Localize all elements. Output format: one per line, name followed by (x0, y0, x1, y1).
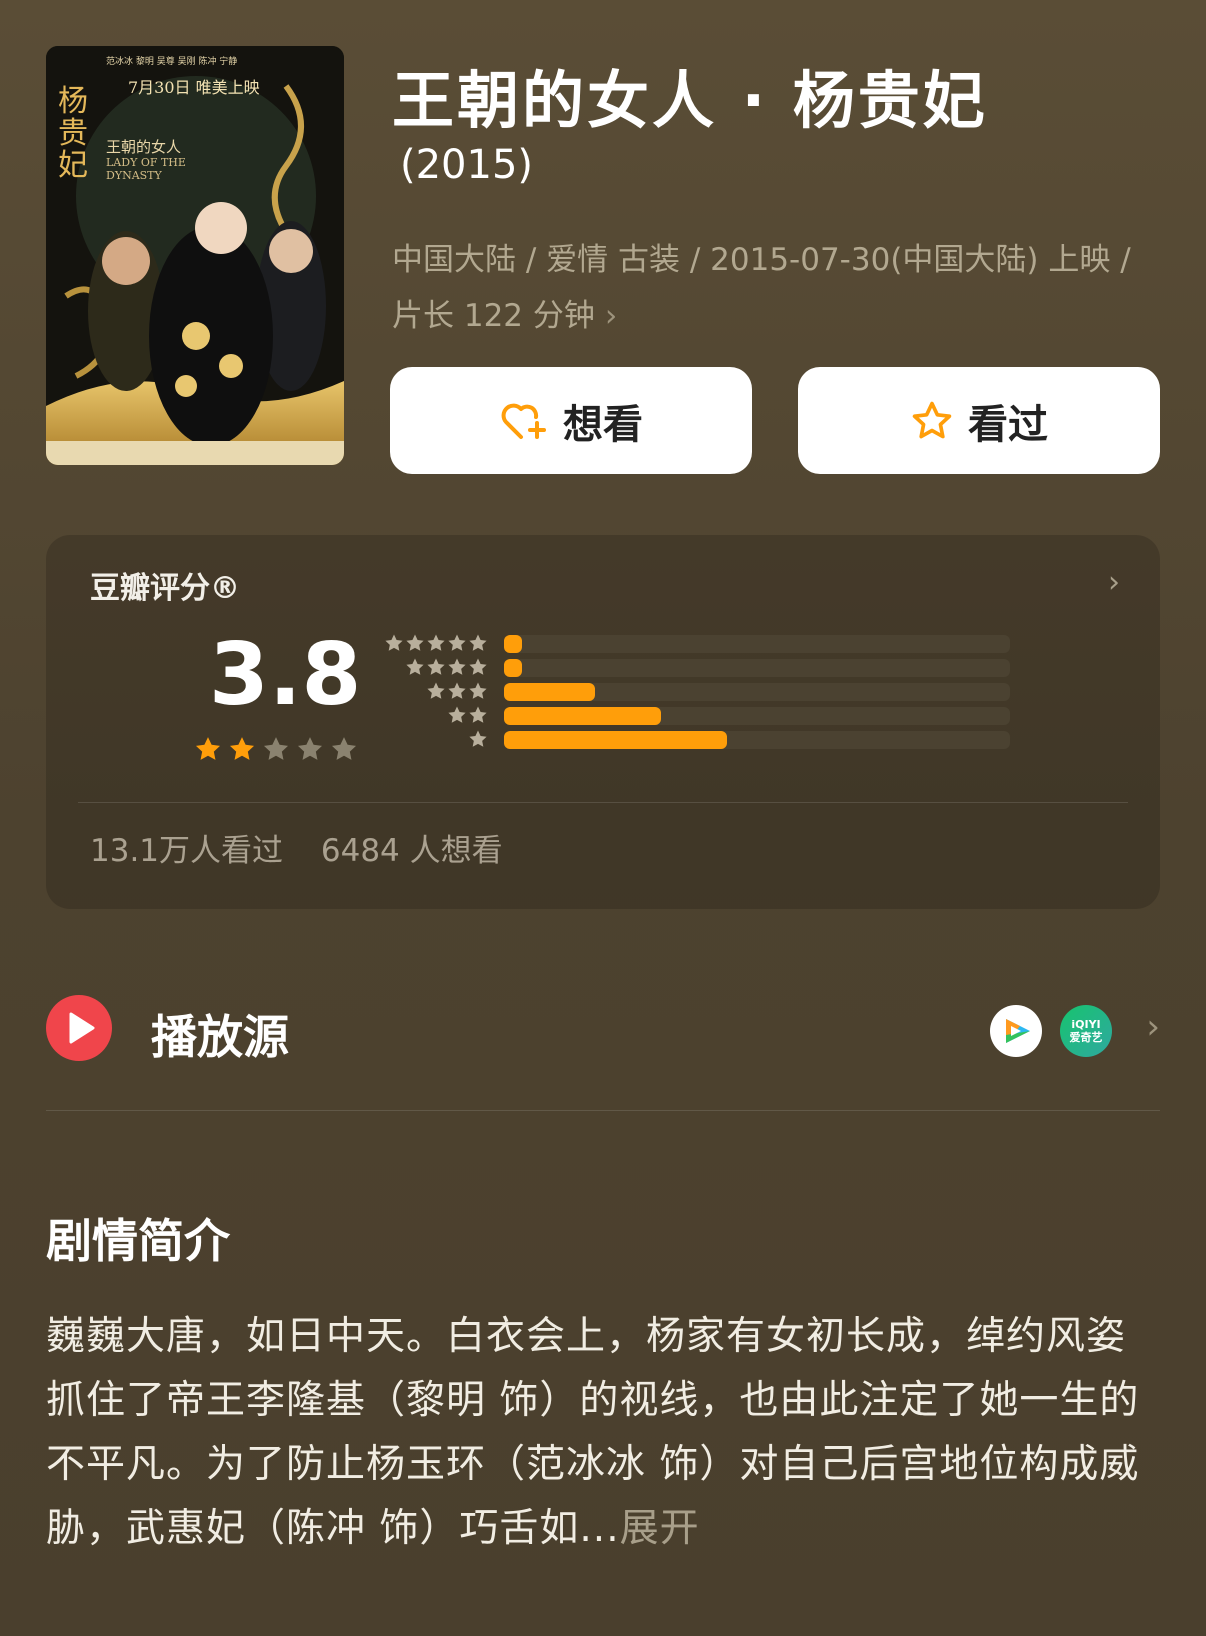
bar-track (504, 635, 1010, 653)
bar-star-label (468, 729, 488, 749)
chevron-right-icon: › (1108, 565, 1120, 600)
star-icon (406, 634, 424, 651)
want-to-watch-label: 想看 (563, 401, 643, 448)
bar-star-label (447, 705, 488, 725)
bar-track (504, 731, 1010, 749)
poster-subtitle-cn: 王朝的女人 (106, 138, 182, 156)
poster-release: 7月30日 唯美上映 (128, 78, 260, 97)
watched-count: 13.1万人看过 (90, 833, 284, 869)
star-icon (448, 658, 466, 675)
watched-label: 看过 (968, 401, 1048, 448)
star-icon (427, 658, 445, 675)
bar-track (504, 659, 1010, 677)
star-icon (469, 682, 487, 699)
movie-meta[interactable]: 中国大陆 / 爱情 古装 / 2015-07-30(中国大陆) 上映 / 片长 … (392, 232, 1172, 344)
meta-line-2: 片长 122 分钟 › (392, 288, 1172, 344)
bar-star-label (405, 657, 488, 677)
synopsis-body: 巍巍大唐，如日中天。白衣会上，杨家有女初长成，绰约风姿抓住了帝王李隆基（黎明 饰… (46, 1314, 1140, 1551)
bar-track (504, 707, 1010, 725)
star-icon (331, 737, 357, 760)
star-icon (263, 737, 289, 760)
play-source-row[interactable]: 播放源 iQIYI 爱奇艺 › (46, 995, 1160, 1065)
heart-plus-icon (501, 403, 546, 439)
star-icon (427, 634, 445, 651)
rating-stars (194, 735, 358, 763)
want-to-watch-button[interactable]: 想看 (390, 367, 752, 474)
star-icon (448, 706, 466, 723)
rating-score: 3.8 (209, 625, 362, 725)
bar-star-label (426, 681, 488, 701)
star-icon (469, 706, 487, 723)
meta-line-1: 中国大陆 / 爱情 古装 / 2015-07-30(中国大陆) 上映 / (392, 242, 1131, 278)
chevron-right-icon: › (604, 298, 618, 334)
star-outline-icon (912, 401, 952, 438)
bar-fill (504, 635, 522, 653)
poster-title-cn: 杨贵妃 (58, 84, 88, 183)
iqiyi-text-cn: 爱奇艺 (1069, 1031, 1103, 1044)
star-icon (448, 634, 466, 651)
iqiyi-text: iQIYI (1071, 1018, 1101, 1031)
synopsis-text: 巍巍大唐，如日中天。白衣会上，杨家有女初长成，绰约风姿抓住了帝王李隆基（黎明 饰… (46, 1305, 1164, 1561)
tencent-video-icon[interactable] (990, 1005, 1042, 1057)
bar-fill (504, 707, 661, 725)
poster-credits: 范冰冰 黎明 吴尊 吴刚 陈冲 宁静 (106, 57, 238, 67)
bar-fill (504, 731, 727, 749)
movie-poster[interactable]: 范冰冰 黎明 吴尊 吴刚 陈冲 宁静 7月30日 唯美上映 杨贵妃 王朝的女人 … (46, 46, 344, 465)
play-icon (46, 995, 112, 1061)
divider (78, 802, 1128, 803)
wish-count: 6484 人想看 (320, 833, 503, 869)
bar-star-label (384, 633, 488, 653)
star-icon (195, 737, 221, 760)
star-icon (297, 737, 323, 760)
rating-label: 豆瓣评分® (90, 571, 240, 606)
bar-fill (504, 659, 522, 677)
star-icon (385, 634, 403, 651)
bar-track (504, 683, 1010, 701)
star-icon (469, 634, 487, 651)
rating-card[interactable]: 豆瓣评分® › 3.8 13.1万人看过 6484 人想看 (46, 535, 1160, 909)
star-icon (427, 682, 445, 699)
movie-title: 王朝的女人 · 杨贵妃 (392, 64, 988, 137)
meta-duration: 片长 122 分钟 (392, 298, 595, 334)
star-icon (406, 658, 424, 675)
bar-fill (504, 683, 596, 701)
rating-counts: 13.1万人看过 6484 人想看 (90, 825, 531, 870)
star-icon (229, 737, 255, 760)
star-icon (469, 730, 487, 747)
iqiyi-icon[interactable]: iQIYI 爱奇艺 (1060, 1005, 1112, 1057)
watched-button[interactable]: 看过 (798, 367, 1160, 474)
divider (46, 1110, 1160, 1111)
synopsis-title: 剧情简介 (46, 1214, 230, 1268)
star-icon (448, 682, 466, 699)
expand-link[interactable]: 展开 (620, 1506, 700, 1551)
movie-year: (2015) (400, 142, 534, 188)
star-icon (469, 658, 487, 675)
play-source-label: 播放源 (151, 1010, 289, 1064)
chevron-right-icon: › (1146, 1007, 1160, 1047)
poster-title-en: LADY OF THE DYNASTY (106, 156, 186, 182)
